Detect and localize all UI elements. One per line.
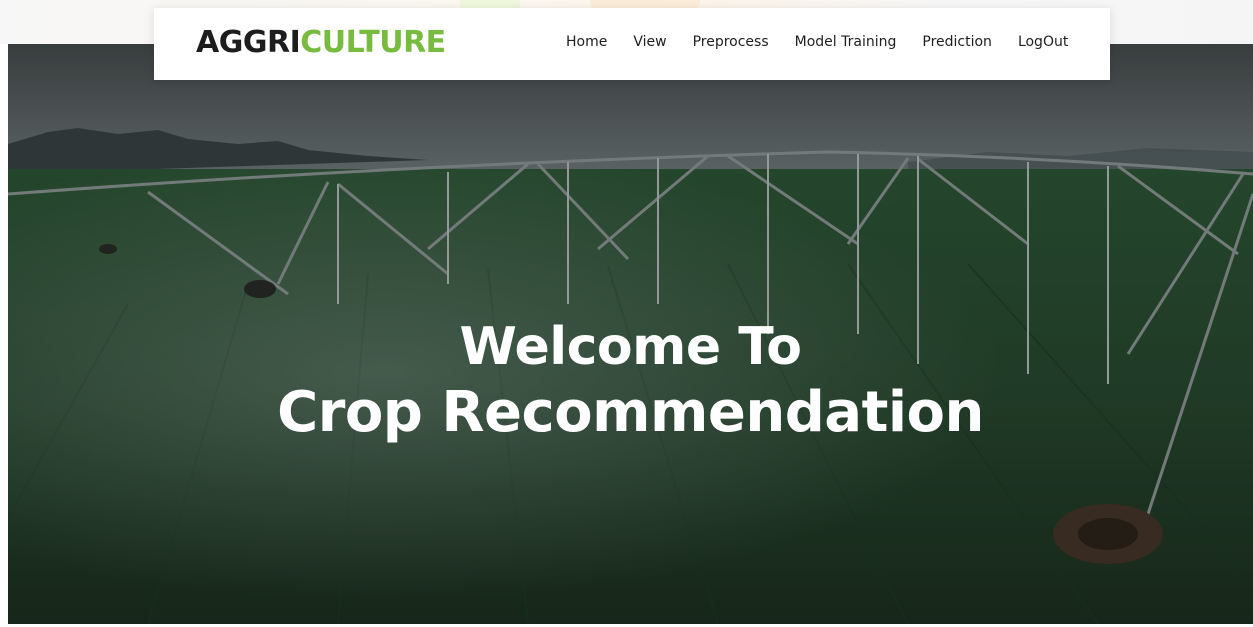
brand-logo[interactable]: AGGRICULTURE bbox=[196, 25, 446, 61]
hero-banner: Welcome To Crop Recommendation bbox=[8, 44, 1253, 624]
hero-title-line1: Welcome To bbox=[459, 317, 803, 377]
brand-logo-part2: CULTURE bbox=[300, 25, 446, 60]
hero-title: Welcome To Crop Recommendation bbox=[8, 316, 1253, 448]
nav-link-preprocess[interactable]: Preprocess bbox=[693, 32, 769, 52]
main-nav: Home View Preprocess Model Training Pred… bbox=[566, 32, 1068, 52]
brand-logo-part1: AGGRI bbox=[196, 25, 301, 60]
navbar: AGGRICULTURE Home View Preprocess Model … bbox=[154, 8, 1110, 80]
nav-link-model-training[interactable]: Model Training bbox=[795, 32, 897, 52]
nav-link-logout[interactable]: LogOut bbox=[1018, 32, 1068, 52]
hero-title-line2: Crop Recommendation bbox=[277, 380, 984, 446]
nav-link-home[interactable]: Home bbox=[566, 32, 607, 52]
page: Welcome To Crop Recommendation AGGRICULT… bbox=[0, 0, 1253, 627]
nav-link-prediction[interactable]: Prediction bbox=[922, 32, 992, 52]
nav-link-view[interactable]: View bbox=[633, 32, 666, 52]
